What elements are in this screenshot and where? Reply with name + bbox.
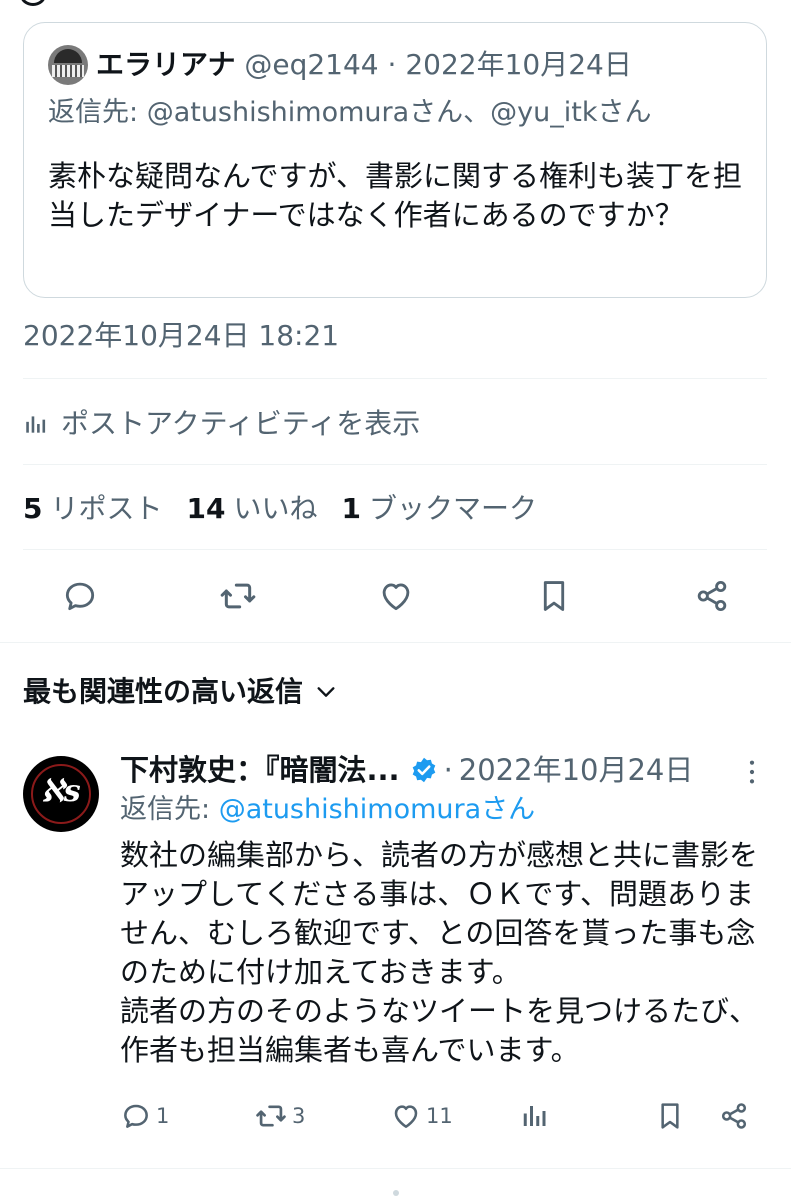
divider	[0, 1168, 791, 1169]
avatar-monogram: ℵs	[41, 774, 81, 809]
stat-count: 14	[186, 492, 226, 525]
stat-reposts[interactable]: 5 リポスト	[23, 487, 163, 531]
stat-label: リポスト	[50, 492, 163, 525]
engagement-stats: 5 リポスト 14 いいね 1 ブックマーク	[23, 487, 561, 531]
post-activity-label: ポストアクティビティを表示	[61, 407, 421, 440]
share-button[interactable]	[690, 574, 734, 618]
stat-likes[interactable]: 14 いいね	[187, 487, 318, 531]
divider	[23, 464, 767, 465]
retweet-button[interactable]	[216, 574, 260, 618]
bookmark-icon	[543, 581, 565, 611]
share-button[interactable]	[718, 1094, 750, 1138]
bookmark-icon	[661, 1103, 679, 1129]
divider	[0, 642, 791, 643]
more-options-icon[interactable]	[738, 758, 766, 786]
quoted-tweet-header: エラリアナ @eq2144 · 2022年10月24日	[96, 43, 632, 87]
analytics-icon	[26, 416, 46, 433]
reply-button[interactable]	[58, 574, 102, 618]
reply-icon	[124, 1104, 148, 1128]
stat-count: 5	[23, 492, 43, 525]
previous-content-sliver	[0, 0, 791, 8]
reply-text-paragraph: 読者の方のそのようなツイートを見つけるたび、作者も担当編集者も喜んでいます。	[120, 994, 759, 1067]
like-icon	[394, 1105, 418, 1128]
separator: ·	[387, 48, 397, 81]
verified-badge-icon	[412, 757, 435, 783]
replies-sort-selector[interactable]: 最も関連性の高い返信	[23, 670, 337, 714]
replies-section-title: 最も関連性の高い返信	[23, 675, 304, 708]
display-name[interactable]: エラリアナ	[96, 48, 235, 81]
reply-context: 返信先: @atushishimomuraさん、@yu_itkさん	[48, 91, 652, 135]
stat-label: ブックマーク	[368, 492, 537, 525]
retweet-count: 3	[292, 1104, 306, 1128]
tweet-date[interactable]: 2022年10月24日	[405, 48, 632, 81]
separator: ·	[443, 753, 453, 787]
reply-context: 返信先: @atushishimomuraさん	[120, 788, 535, 832]
reply-icon	[65, 582, 95, 611]
analytics-icon	[523, 1106, 546, 1126]
reply-text-paragraph: 数社の編集部から、読者の方が感想と共に書影をアップしてくださる事は、ＯＫです、問…	[120, 838, 759, 989]
handle[interactable]: @eq2144	[244, 48, 378, 81]
reply-tweet-header: 下村敦史：『暗闇法... · 2022年10月24日	[120, 748, 693, 792]
reply-prefix: 返信先:	[48, 97, 147, 128]
reply-tweet-text: 数社の編集部から、読者の方が感想と共に書影をアップしてくださる事は、ＯＫです、問…	[120, 836, 770, 1070]
like-button[interactable]: 11	[390, 1094, 453, 1138]
stat-count: 1	[341, 492, 361, 525]
bookmark-button[interactable]	[654, 1094, 686, 1138]
quoted-tweet-text: 素朴な疑問なんですが、書影に関する権利も装丁を担当したデザイナーではなく作者にあ…	[48, 159, 742, 232]
like-icon	[382, 583, 410, 611]
display-name[interactable]: 下村敦史：『暗闇法...	[120, 748, 400, 792]
bookmark-button[interactable]	[532, 574, 576, 618]
stat-bookmarks[interactable]: 1 ブックマーク	[341, 487, 537, 531]
reply-button[interactable]: 1	[120, 1094, 169, 1138]
divider	[23, 378, 767, 379]
stat-label: いいね	[233, 492, 318, 525]
quoted-tweet-card[interactable]: エラリアナ @eq2144 · 2022年10月24日 返信先: @atushi…	[23, 22, 767, 298]
tweet-date[interactable]: 2022年10月24日	[459, 748, 694, 792]
avatar[interactable]	[48, 45, 88, 85]
share-icon	[697, 580, 727, 612]
chevron-down-icon	[317, 687, 335, 697]
reply-prefix: 返信先:	[120, 794, 219, 825]
analytics-button[interactable]	[520, 1094, 550, 1138]
post-activity-link[interactable]: ポストアクティビティを表示	[23, 402, 420, 446]
retweet-icon	[256, 1105, 286, 1127]
cropped-icon	[20, 0, 46, 6]
reply-targets[interactable]: @atushishimomuraさん、@yu_itkさん	[147, 97, 652, 128]
retweet-button[interactable]: 3	[254, 1094, 305, 1138]
retweet-icon	[220, 583, 256, 609]
like-count: 11	[426, 1104, 453, 1128]
like-button[interactable]	[374, 574, 418, 618]
divider	[23, 549, 767, 550]
avatar[interactable]: ℵs	[23, 756, 99, 832]
reply-count: 1	[156, 1104, 170, 1128]
reply-target-link[interactable]: @atushishimomuraさん	[219, 794, 536, 825]
tweet-timestamp[interactable]: 2022年10月24日 18:21	[23, 316, 339, 356]
share-icon	[721, 1103, 747, 1129]
scroll-indicator	[393, 1190, 399, 1196]
